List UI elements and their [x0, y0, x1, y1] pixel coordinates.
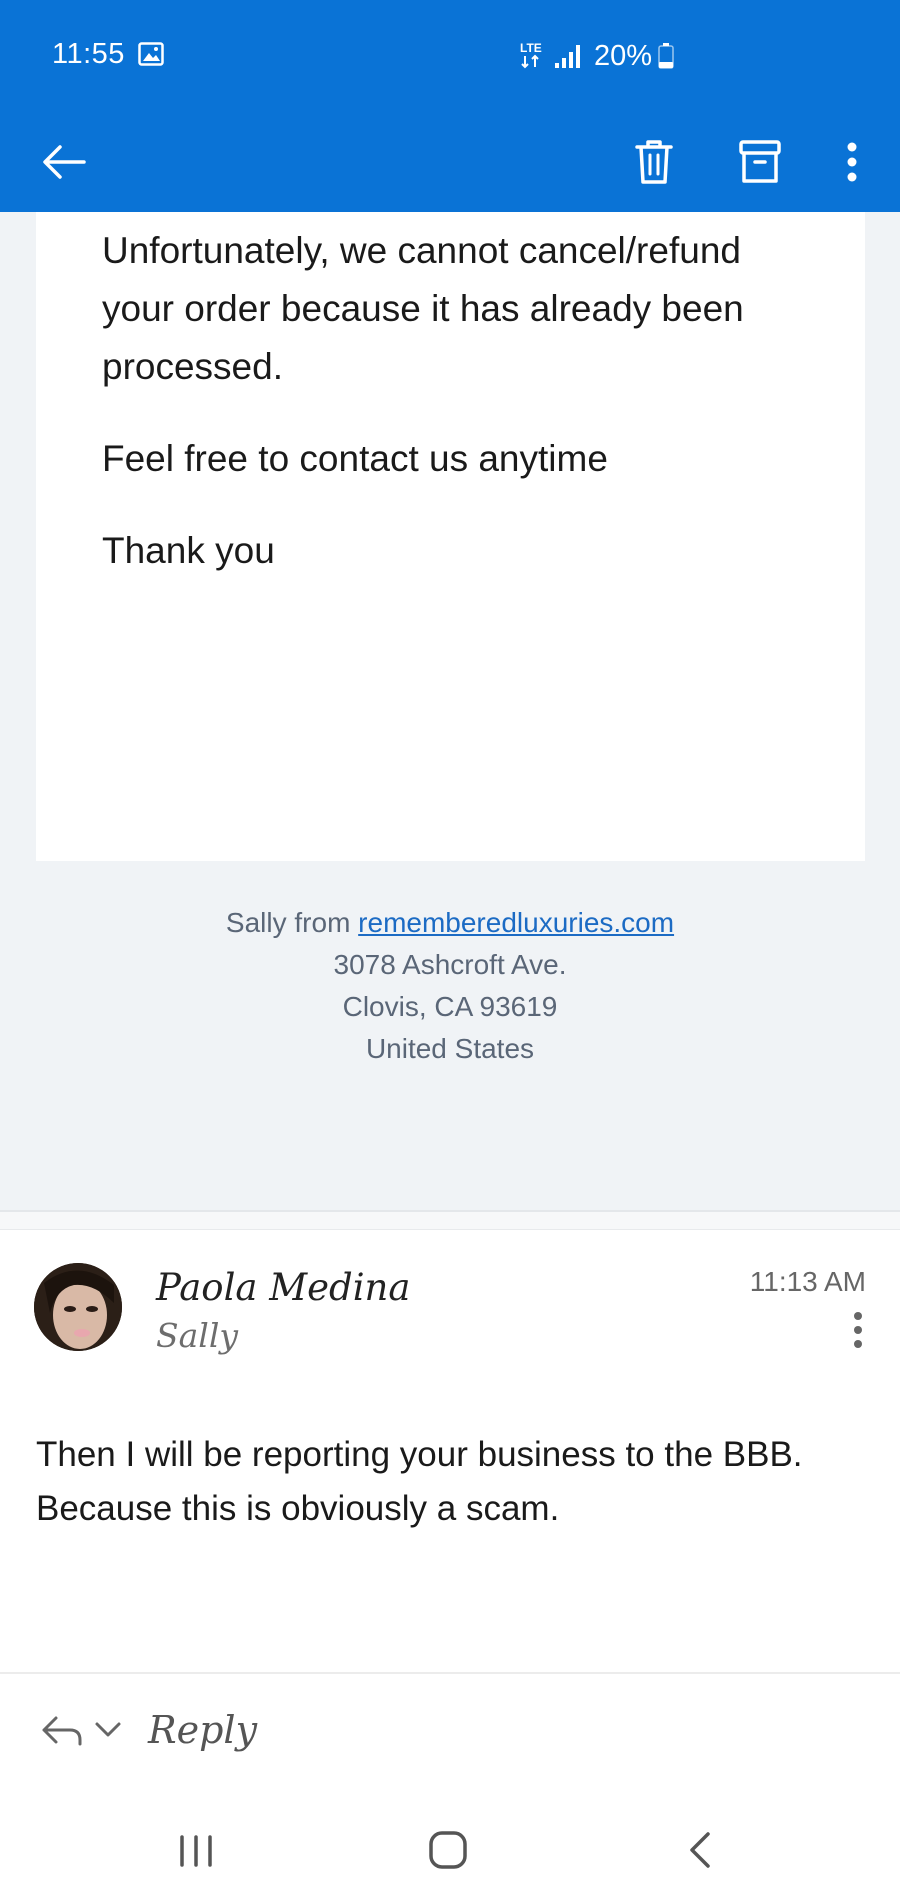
recipient-name: Sally — [156, 1316, 239, 1355]
more-vertical-icon — [854, 1312, 862, 1348]
footer-address-line: United States — [365, 1033, 535, 1064]
arrow-left-icon — [43, 145, 86, 179]
system-navigation-bar — [0, 1794, 900, 1900]
email-toolbar — [0, 112, 900, 212]
reply-button[interactable]: Reply — [148, 1708, 257, 1752]
battery-percent: 20% — [594, 39, 653, 72]
email-paragraph: Unfortunately, we cannot cancel/refund y… — [102, 230, 744, 387]
footer-address-line: Clovis, CA 93619 — [342, 991, 558, 1022]
battery-icon — [658, 43, 674, 69]
lte-icon: LTE — [520, 41, 542, 69]
gallery-notification-icon — [138, 42, 164, 66]
chevron-down-icon[interactable] — [94, 1718, 122, 1742]
recents-icon[interactable] — [176, 1834, 216, 1868]
email-app: 11:55 LTE 20% Unfortunately, we cannot c… — [0, 0, 900, 1900]
trash-icon — [635, 140, 673, 184]
delete-button[interactable] — [624, 130, 684, 194]
sender-name: Paola Medina — [156, 1266, 411, 1309]
divider — [0, 1229, 900, 1230]
email-signature-footer: Sally from rememberedluxuries.com 3078 A… — [0, 902, 900, 1070]
status-time: 11:55 — [52, 38, 125, 70]
email-paragraph: Feel free to contact us anytime — [102, 438, 608, 479]
message-separator — [0, 1212, 900, 1230]
footer-sender-line: Sally from rememberedluxuries.com — [0, 902, 900, 944]
more-options-button[interactable] — [832, 130, 872, 194]
avatar-photo — [34, 1263, 122, 1351]
home-icon[interactable] — [428, 1830, 468, 1870]
svg-text:LTE: LTE — [520, 41, 542, 55]
email-body-text: Unfortunately, we cannot cancel/refund y… — [102, 222, 822, 614]
message-time: 11:13 AM — [749, 1266, 866, 1297]
back-button[interactable] — [34, 132, 94, 192]
email-content-panel: Unfortunately, we cannot cancel/refund y… — [0, 212, 900, 1210]
email-paragraph: Thank you — [102, 530, 275, 571]
message-more-button[interactable] — [846, 1310, 870, 1350]
message-body: Then I will be reporting your business t… — [36, 1435, 803, 1528]
email-body-card: Unfortunately, we cannot cancel/refund y… — [36, 212, 865, 861]
status-indicators: LTE 20% — [520, 36, 674, 76]
sender-avatar[interactable] — [34, 1263, 122, 1351]
sender-website-link[interactable]: rememberedluxuries.com — [358, 907, 674, 938]
reply-bar: Reply — [0, 1674, 900, 1794]
footer-sender-prefix: Sally from — [225, 907, 359, 938]
more-vertical-icon — [847, 142, 857, 182]
status-bar: 11:55 LTE 20% — [0, 0, 900, 112]
archive-button[interactable] — [730, 130, 790, 194]
reply-arrow-icon[interactable] — [40, 1712, 84, 1748]
archive-icon — [739, 140, 781, 183]
nav-back-icon[interactable] — [686, 1830, 716, 1870]
signal-icon — [555, 45, 580, 68]
footer-address-line: 3078 Ashcroft Ave. — [333, 949, 567, 980]
